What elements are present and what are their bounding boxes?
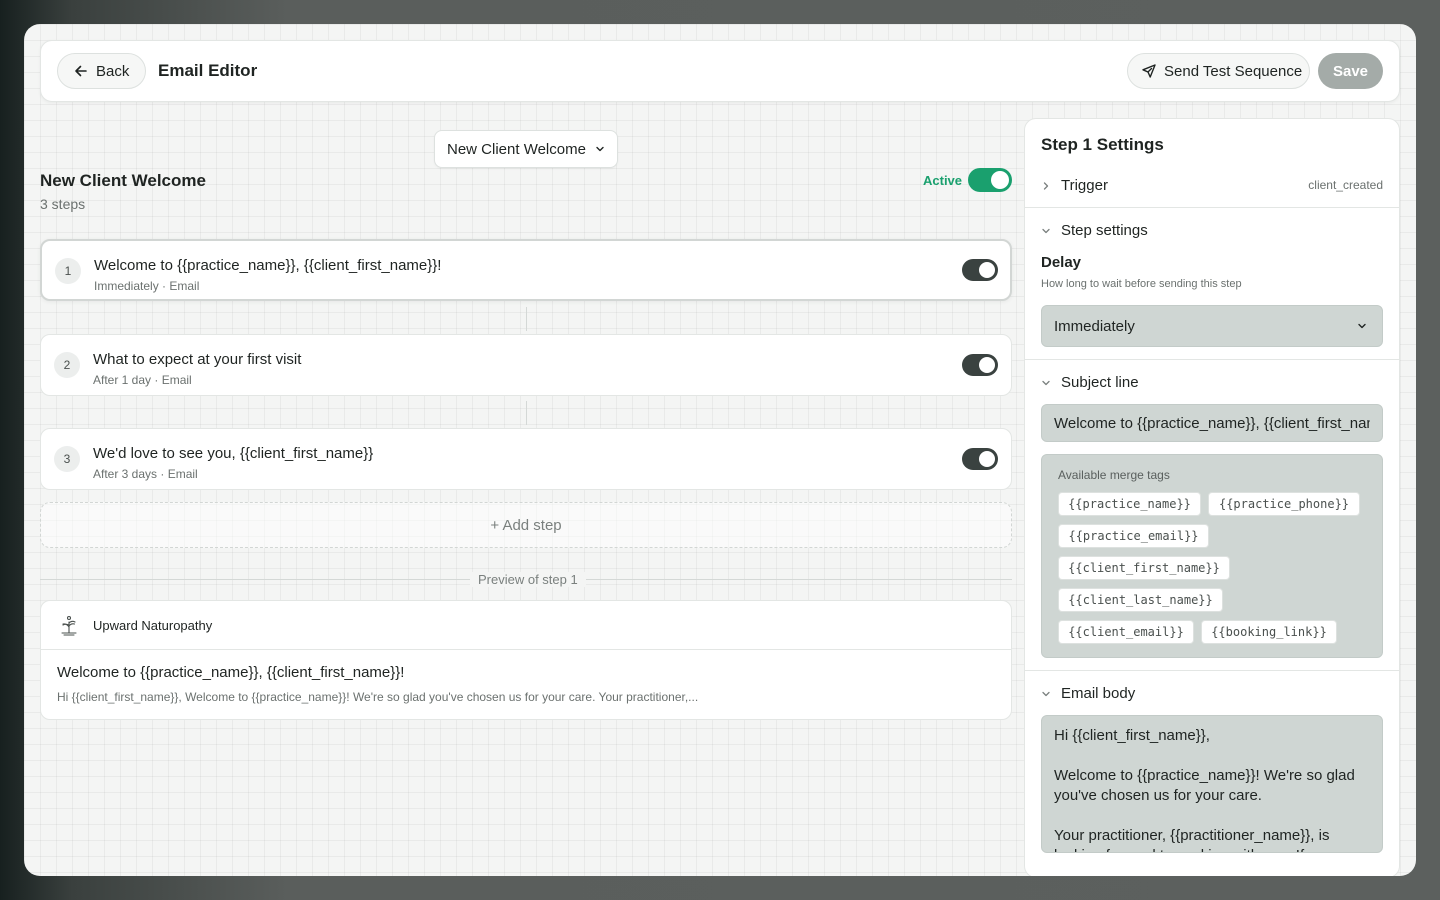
merge-tags-box: Available merge tags {{practice_name}} {…: [1041, 454, 1383, 658]
email-body-paragraph: Hi {{client_first_name}},: [1054, 727, 1210, 744]
app-window: Back Email Editor Send Test Sequence Sav…: [24, 24, 1416, 876]
sequence-selector[interactable]: New Client Welcome: [434, 130, 618, 168]
sequence-active-toggle[interactable]: [968, 168, 1012, 192]
step-connector: [526, 307, 527, 331]
email-body-editor[interactable]: Hi {{client_first_name}}, Welcome to {{p…: [1041, 715, 1383, 853]
merge-tag[interactable]: {{client_first_name}}: [1058, 556, 1230, 580]
email-body-paragraph: Your practitioner, {{practitioner_name}}…: [1054, 827, 1332, 852]
step-enabled-toggle[interactable]: [962, 354, 998, 376]
merge-tag[interactable]: {{practice_email}}: [1058, 524, 1209, 548]
sequence-status-label: Active: [923, 173, 963, 188]
subject-line-input[interactable]: [1041, 404, 1383, 442]
preview-label: Preview of step 1: [470, 572, 586, 587]
delay-select[interactable]: Immediately: [1041, 305, 1383, 347]
save-button[interactable]: Save: [1318, 53, 1383, 89]
step-card-2[interactable]: 2 What to expect at your first visit Aft…: [40, 334, 1012, 396]
send-test-sequence-button[interactable]: Send Test Sequence: [1127, 53, 1310, 89]
top-bar: Back Email Editor Send Test Sequence Sav…: [40, 40, 1400, 102]
practice-logo-icon: [61, 615, 77, 636]
step-number: 2: [54, 352, 80, 378]
back-button[interactable]: Back: [57, 53, 146, 89]
page-title: Email Editor: [158, 61, 258, 80]
merge-tag[interactable]: {{client_last_name}}: [1058, 588, 1223, 612]
email-body-label: Email body: [1061, 685, 1136, 702]
preview-header: Upward Naturopathy: [41, 601, 1011, 650]
email-body-section-toggle[interactable]: Email body: [1041, 685, 1135, 702]
step-card-1[interactable]: 1 Welcome to {{practice_name}}, {{client…: [40, 239, 1012, 301]
delay-select-value: Immediately: [1054, 317, 1135, 335]
chevron-down-icon: [1358, 323, 1366, 329]
arrow-left-icon: [75, 65, 87, 77]
merge-tag[interactable]: {{practice_name}}: [1058, 492, 1201, 516]
chevron-down-icon: [1042, 380, 1050, 385]
step-number: 3: [54, 446, 80, 472]
divider: [1025, 670, 1399, 671]
add-step-button[interactable]: + Add step: [40, 502, 1012, 548]
delay-help-text: How long to wait before sending this ste…: [1041, 278, 1242, 290]
step-enabled-toggle[interactable]: [962, 448, 998, 470]
delay-label: Delay: [1041, 254, 1082, 271]
step-connector: [526, 401, 527, 425]
step-card-3[interactable]: 3 We'd love to see you, {{client_first_n…: [40, 428, 1012, 490]
chevron-down-icon: [596, 146, 604, 152]
sequence-selector-value: New Client Welcome: [447, 140, 586, 158]
send-icon: [1142, 64, 1156, 78]
subject-line-label: Subject line: [1061, 374, 1139, 391]
preview-subject: Welcome to {{practice_name}}, {{client_f…: [57, 664, 405, 681]
trigger-value: client_created: [1308, 178, 1383, 192]
merge-tags-title: Available merge tags: [1058, 468, 1170, 482]
divider: [1025, 207, 1399, 208]
step-meta: After 1 day · Email: [93, 373, 192, 387]
subject-line-section-toggle[interactable]: Subject line: [1041, 374, 1139, 391]
step-title: Welcome to {{practice_name}}, {{client_f…: [94, 257, 442, 274]
step-meta: After 3 days · Email: [93, 467, 198, 481]
step-meta: Immediately · Email: [94, 279, 200, 293]
sequence-name: New Client Welcome: [40, 171, 206, 190]
step-settings-panel: Step 1 Settings Trigger client_created S…: [1024, 118, 1400, 876]
preview-snippet: Hi {{client_first_name}}, Welcome to {{p…: [57, 690, 699, 704]
email-preview: Upward Naturopathy Welcome to {{practice…: [40, 600, 1012, 720]
merge-tag[interactable]: {{practice_phone}}: [1208, 492, 1360, 516]
step-title: We'd love to see you, {{client_first_nam…: [93, 445, 374, 462]
step-settings-label: Step settings: [1061, 222, 1148, 239]
step-title: What to expect at your first visit: [93, 351, 302, 368]
send-test-label: Send Test Sequence: [1164, 62, 1303, 80]
divider: [1025, 359, 1399, 360]
merge-tag[interactable]: {{client_email}}: [1058, 620, 1194, 644]
chevron-down-icon: [1042, 228, 1050, 233]
back-label: Back: [96, 62, 130, 80]
trigger-label: Trigger: [1061, 177, 1108, 194]
step-enabled-toggle[interactable]: [962, 259, 998, 281]
preview-practice-name: Upward Naturopathy: [93, 617, 213, 633]
sequence-step-count: 3 steps: [40, 196, 86, 212]
panel-title: Step 1 Settings: [1041, 135, 1164, 154]
email-body-paragraph: Welcome to {{practice_name}}! We're so g…: [1054, 767, 1355, 804]
trigger-section-toggle[interactable]: Trigger: [1041, 177, 1108, 194]
step-number: 1: [55, 258, 81, 284]
chevron-right-icon: [1043, 181, 1049, 190]
step-settings-section-toggle[interactable]: Step settings: [1041, 222, 1148, 239]
chevron-down-icon: [1042, 691, 1050, 696]
merge-tag[interactable]: {{booking_link}}: [1201, 620, 1337, 644]
